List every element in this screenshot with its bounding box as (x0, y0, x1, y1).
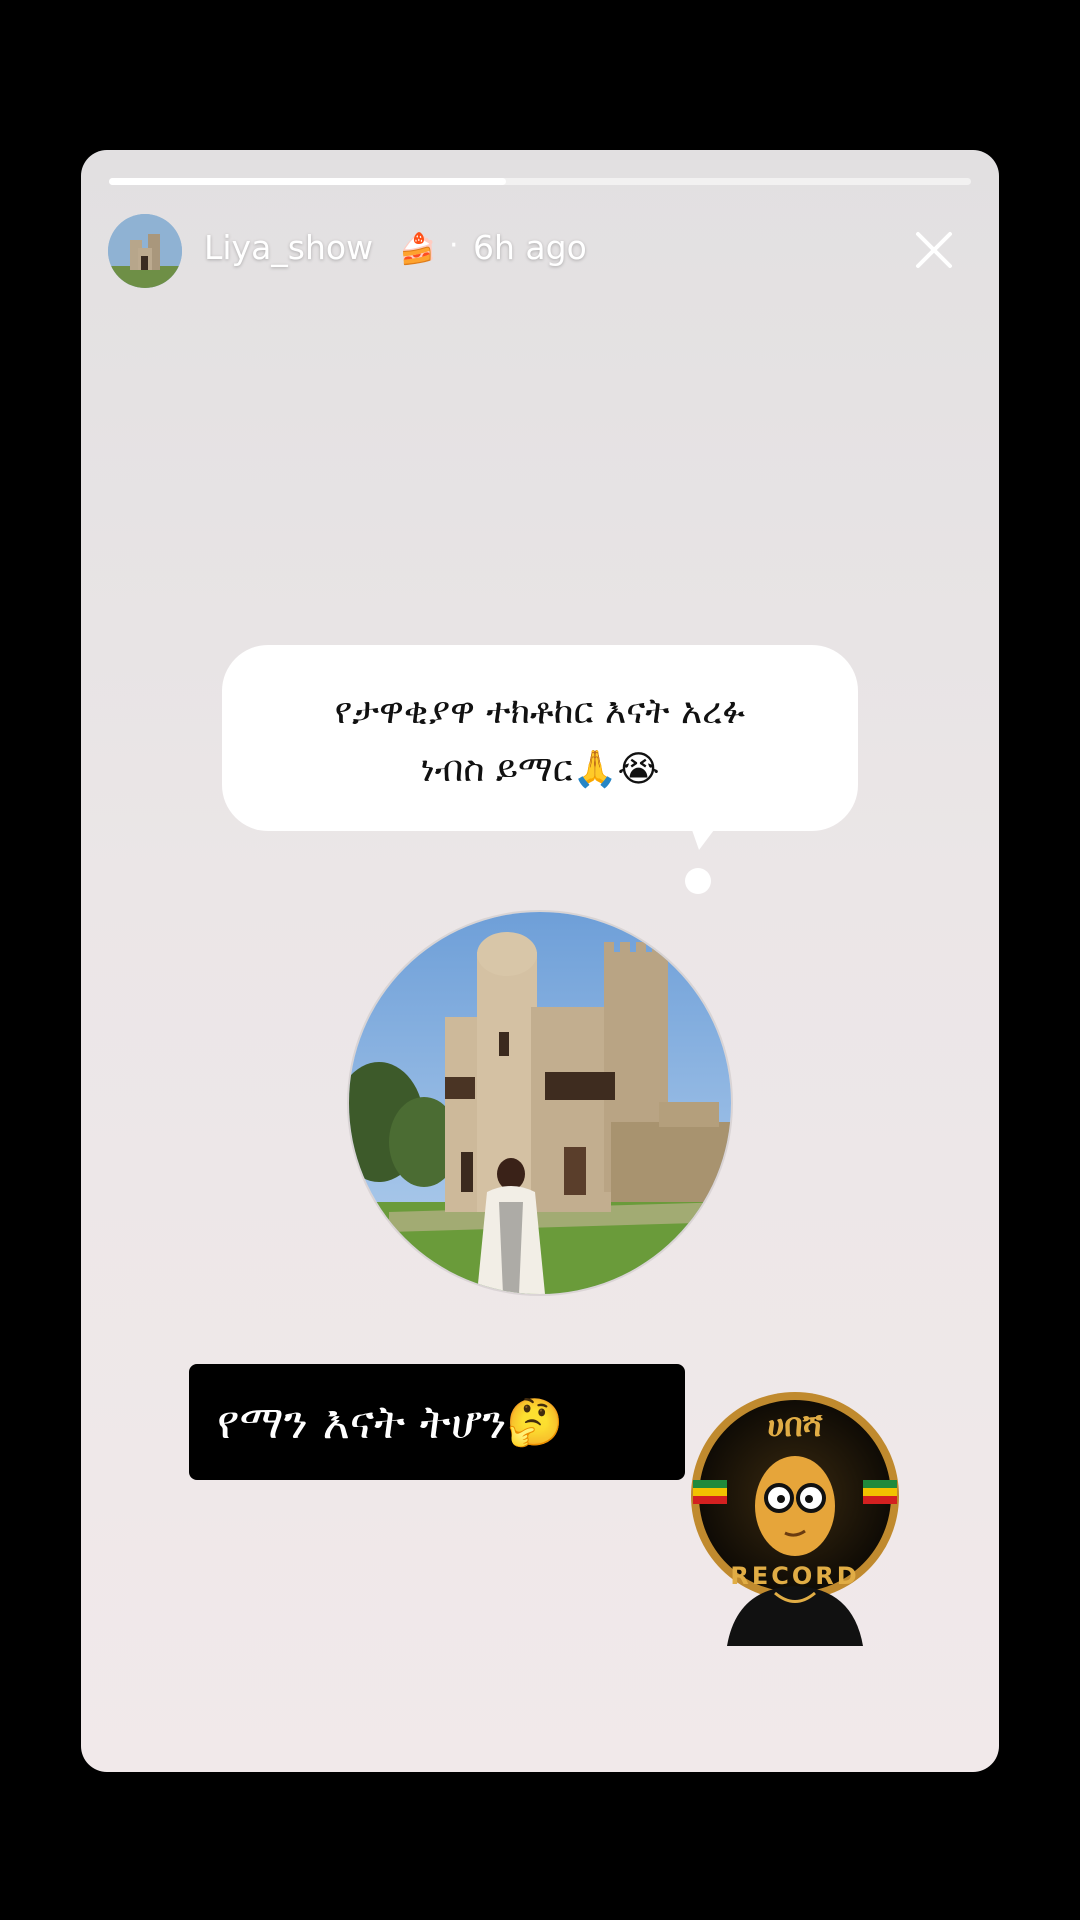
post-time: 6h ago (473, 228, 587, 267)
close-icon[interactable] (912, 228, 956, 272)
bubble-tail (685, 810, 729, 850)
habesha-record-sticker[interactable]: ሀበሻ RECORD (687, 1388, 903, 1646)
cake-icon: 🍰 (399, 232, 437, 267)
avatar[interactable] (108, 214, 182, 288)
bubble-dot (685, 868, 711, 894)
sticker-top-text: ሀበሻ (767, 1406, 823, 1444)
story-progress-fill (109, 178, 506, 185)
username[interactable]: Liya_show (204, 228, 373, 267)
circle-photo (349, 912, 731, 1294)
bubble-line-1: የታዋቂያዋ ተክቶከር እናት አረፉ (334, 691, 746, 732)
bubble-line-2: ነብስ ይማር🙏😭 (420, 749, 660, 790)
castle-photo-image (349, 912, 731, 1294)
story-card[interactable]: Liya_show 🍰 · 6h ago የታዋቂያዋ ተክቶከር እናት አረ… (81, 150, 999, 1772)
story-progress-bar (109, 178, 971, 185)
sticker-bottom-text: RECORD (730, 1562, 859, 1590)
castle-avatar-image (108, 214, 182, 288)
separator-dot: · (449, 228, 459, 263)
caption-text: የማን እናት ትሆን🤔 (189, 1364, 685, 1480)
speech-bubble: የታዋቂያዋ ተክቶከር እናት አረፉ ነብስ ይማር🙏😭 (222, 645, 858, 831)
